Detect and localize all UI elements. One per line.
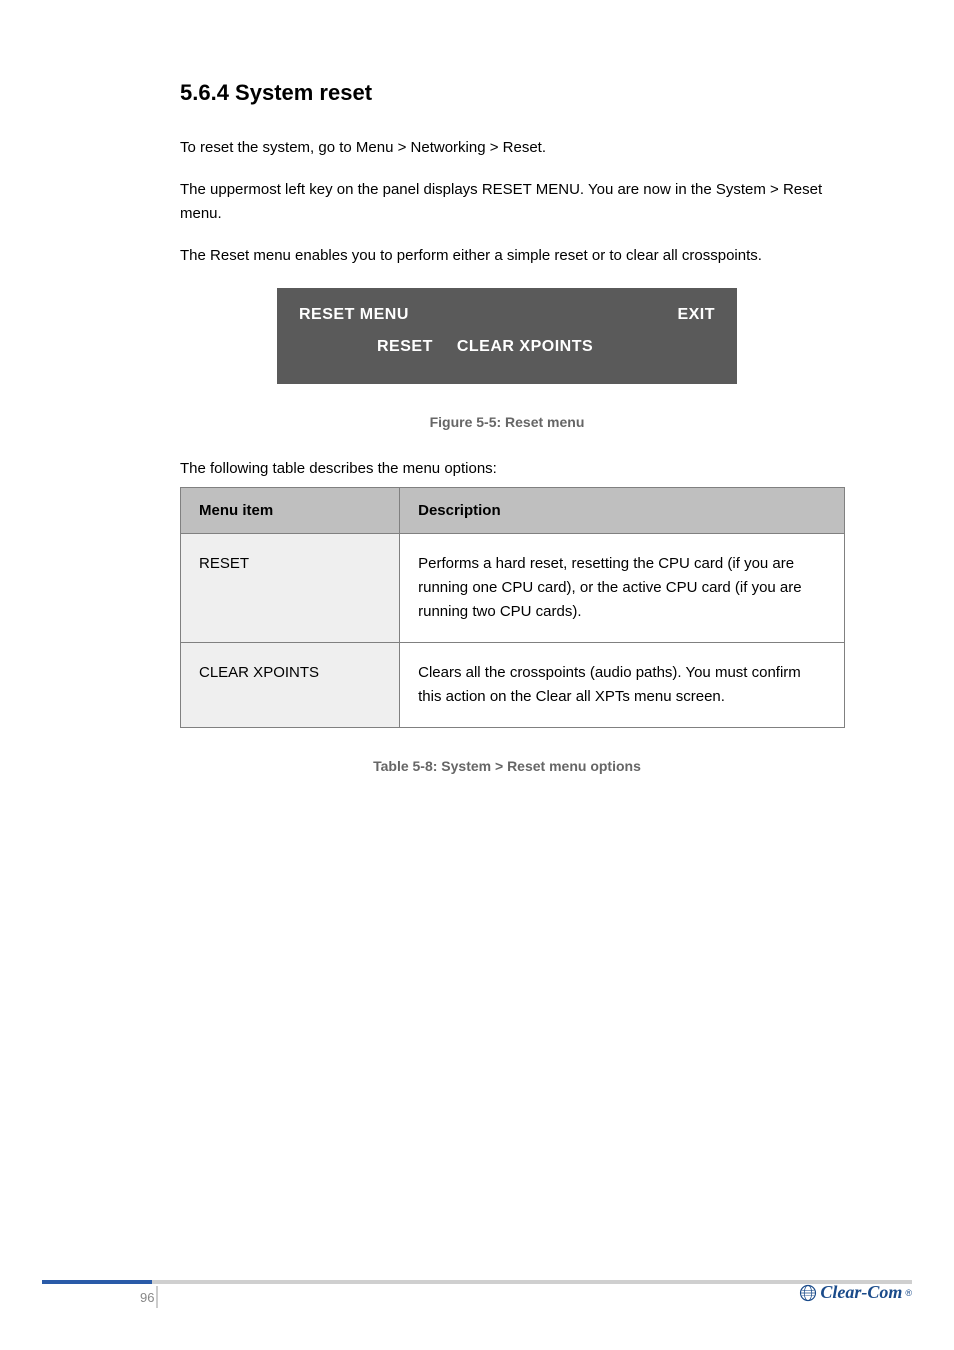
globe-icon [799, 1284, 817, 1302]
menu-title: RESET MENU [299, 306, 409, 324]
footer-bar-neutral [152, 1280, 912, 1284]
reset-menu-table: Menu item Description RESET Performs a h… [180, 487, 845, 728]
paragraph-reset-path: To reset the system, go to Menu > Networ… [180, 136, 834, 160]
table-intro: The following table describes the menu o… [180, 460, 834, 477]
menu-option-clear-xpoints: CLEAR XPOINTS [457, 338, 593, 356]
page-number: 96 [140, 1290, 154, 1305]
footer-bar-accent [42, 1280, 152, 1284]
section-heading: 5.6.4 System reset [180, 80, 834, 106]
menu-exit: EXIT [677, 306, 715, 324]
table-header-description: Description [400, 488, 845, 534]
table-caption: Table 5-8: System > Reset menu options [180, 758, 834, 774]
reset-menu-box: RESET MENU EXIT RESET CLEAR XPOINTS [277, 288, 737, 384]
cell-clear-xpoints-label: CLEAR XPOINTS [181, 643, 400, 728]
figure-caption: Figure 5-5: Reset menu [180, 414, 834, 430]
table-header-menu-item: Menu item [181, 488, 400, 534]
brand-name: Clear-Com [820, 1282, 902, 1303]
footer-divider [156, 1286, 158, 1308]
table-row: RESET Performs a hard reset, resetting t… [181, 534, 845, 643]
registered-mark: ® [905, 1288, 912, 1298]
menu-option-reset: RESET [377, 338, 433, 356]
page-footer: 96 Clear-Com ® [0, 1250, 954, 1320]
paragraph-reset-description: The Reset menu enables you to perform ei… [180, 244, 834, 268]
cell-reset-desc: Performs a hard reset, resetting the CPU… [400, 534, 845, 643]
cell-clear-xpoints-desc: Clears all the crosspoints (audio paths)… [400, 643, 845, 728]
cell-reset-label: RESET [181, 534, 400, 643]
table-row: CLEAR XPOINTS Clears all the crosspoints… [181, 643, 845, 728]
paragraph-reset-menu-key: The uppermost left key on the panel disp… [180, 178, 834, 226]
brand-logo: Clear-Com ® [799, 1282, 912, 1303]
